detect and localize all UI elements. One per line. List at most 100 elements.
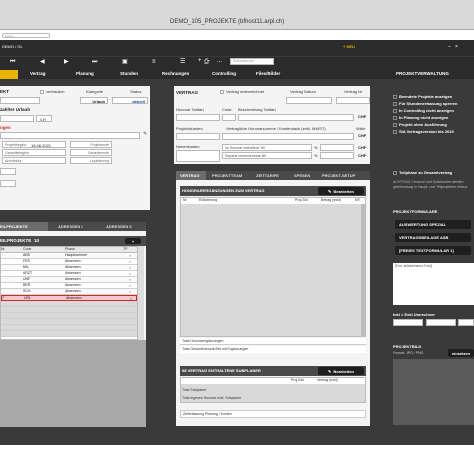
honorarsumme-label: Vertragliche Honorarsumme / Kostendach (… [226, 126, 326, 131]
projektbild-area[interactable] [393, 359, 474, 425]
option-checkbox[interactable] [393, 102, 397, 106]
tab-rechnungen[interactable]: Rechnungen [162, 71, 189, 77]
kategorie-field[interactable]: Urlaub [80, 97, 108, 104]
country-field[interactable]: CH [36, 115, 52, 122]
frei-feld[interactable]: [Frei definierbares Feld] [393, 263, 474, 305]
tab-files[interactable]: Files/Bilder [256, 71, 280, 77]
projektbeginn-field[interactable]: Projektbeginn 15.06.2021 [2, 141, 66, 148]
mwst-field[interactable] [458, 319, 474, 326]
left-field-b[interactable] [0, 180, 16, 187]
project-name-field[interactable] [0, 97, 40, 104]
tarifart-field[interactable] [176, 114, 220, 121]
honorarsumme-field[interactable] [222, 133, 354, 140]
window-minimize-icon[interactable]: – [448, 45, 451, 50]
code-field[interactable] [222, 114, 236, 121]
left-field-a[interactable] [0, 168, 16, 175]
tab-controlling[interactable]: Controlling [212, 71, 236, 77]
nebenkosten-field[interactable] [176, 150, 220, 162]
address-field[interactable] [0, 115, 34, 122]
notes-field[interactable] [0, 132, 140, 139]
freies-formular-button[interactable]: [FREIES TEXTFORMULAR 1] [395, 246, 471, 255]
projektende-field[interactable]: Projektende [70, 141, 112, 148]
garantieende-field[interactable]: Garantieende [70, 149, 112, 156]
option-label: In Controlling nicht anzeigen [399, 108, 454, 113]
tab-subprojects[interactable]: EILPROJEKTE [0, 222, 48, 231]
vertraulich-label: vertraulich [46, 89, 65, 94]
tab-addresses-1[interactable]: ADRESSEN I [58, 224, 82, 229]
tab-projekt-setup[interactable]: PROJEKT-SETUP [322, 173, 355, 178]
row-phase: Absenzen [65, 271, 81, 275]
subplaner-edit-button[interactable]: ✎ Bearbeiten [318, 367, 364, 375]
separat-nk-field[interactable]: Separat verrechenbare NK [222, 152, 312, 159]
list-icon[interactable]: ☰ [180, 59, 185, 65]
new-record-button[interactable]: + NEU [343, 45, 355, 49]
option-checkbox[interactable] [393, 130, 397, 134]
honorar-scrollbar[interactable] [361, 204, 366, 336]
kategorie-label: Kategorie [86, 89, 104, 94]
vertrag-nr-label: Vertrag Nr [344, 89, 363, 94]
row-remove-icon[interactable]: × [129, 283, 131, 288]
header-window-buttons[interactable]: – × [448, 45, 462, 51]
add-icon[interactable]: + [198, 58, 202, 64]
row-remove-icon[interactable]: × [129, 265, 131, 270]
im-honorar-nk-field[interactable]: im Honorar enthaltene NK [222, 144, 312, 151]
tab-stunden[interactable]: Stunden [120, 71, 138, 77]
add-subproject-button[interactable]: + [125, 238, 141, 244]
tab-spesen[interactable]: SPESEN [294, 173, 310, 178]
tarifart-beschreibung-field[interactable] [238, 114, 354, 121]
liquidierung-field[interactable]: Liquidierung [70, 157, 112, 164]
garantiebeginn-field[interactable]: Garantiebeginn [2, 149, 66, 156]
tab-planung[interactable]: Planung [76, 71, 94, 77]
row-remove-icon[interactable]: × [129, 289, 131, 294]
row-remove-icon[interactable]: × [129, 277, 131, 282]
status-field[interactable]: aktuell [112, 97, 148, 104]
subprojects-count: 10 [34, 238, 40, 243]
option-checkbox[interactable] [393, 95, 397, 99]
row-remove-icon[interactable]: × [129, 253, 131, 258]
row-remove-icon[interactable]: × [129, 259, 131, 264]
row-remove-icon[interactable]: × [130, 296, 132, 301]
option-checkbox[interactable] [393, 109, 397, 113]
quick-search-input[interactable]: Schnellsuche [230, 58, 274, 65]
inkl-field[interactable] [393, 319, 423, 326]
option-checkbox[interactable] [393, 116, 397, 120]
more-icon[interactable]: ... [217, 58, 222, 64]
teilphase-checkbox[interactable] [393, 171, 397, 175]
tab-vertrag-active[interactable]: VERTRAG [176, 171, 206, 180]
vertrag-nr-field[interactable] [336, 97, 370, 104]
tab-zeittarife[interactable]: ZEITTARIFE [256, 173, 279, 178]
architektur-field[interactable]: Architektur [2, 157, 66, 164]
tab-projektteam[interactable]: PROJEKTTEAM [212, 173, 242, 178]
next-record-icon[interactable]: ▶ [64, 59, 69, 65]
vertrag-unterzeichnet-checkbox[interactable] [220, 90, 224, 94]
row-remove-icon[interactable]: × [129, 271, 131, 276]
auswertung-button[interactable]: AUSWERTUNG SPEZIAL [395, 220, 471, 229]
separat-nk-amount[interactable] [320, 152, 354, 159]
vertragsbeilage-button[interactable]: VERTRAGSBEILAGE ASB [395, 233, 471, 242]
tab-active[interactable] [0, 70, 18, 79]
edit-icon[interactable]: ✎ [143, 132, 147, 137]
table-scrollbar[interactable] [138, 246, 144, 340]
hcol-proj-std: Proj-Std [295, 198, 308, 202]
window-close-icon[interactable]: × [455, 45, 458, 50]
projektstunden-field[interactable] [176, 133, 220, 140]
honorar-edit-button[interactable]: ✎ Bearbeiten [318, 187, 364, 195]
row-code: FER [23, 259, 30, 263]
remove-icon[interactable]: - [208, 58, 210, 64]
option-label: Projekt ohne Ausführung [399, 122, 447, 127]
search-input[interactable]: Suche [2, 33, 50, 38]
tab-addresses-2[interactable]: ADRESSEN II [106, 224, 132, 229]
exkl-field[interactable] [426, 319, 456, 326]
folder-icon[interactable]: ▣ [122, 59, 128, 65]
sort-icon[interactable]: ≡ [152, 59, 156, 65]
first-record-icon[interactable]: ⏮ [10, 59, 15, 65]
im-honorar-nk-amount[interactable] [320, 144, 354, 151]
einsetzen-button[interactable]: einsetzen [448, 349, 474, 357]
bottom-area [0, 445, 474, 474]
vertraulich-checkbox[interactable] [40, 90, 44, 94]
prev-record-icon[interactable]: ◀ [40, 59, 45, 65]
last-record-icon[interactable]: ⏭ [92, 59, 97, 65]
tab-vertrag[interactable]: Vertrag [30, 71, 46, 77]
vertrag-datum-field[interactable] [286, 97, 332, 104]
option-checkbox[interactable] [393, 123, 397, 127]
